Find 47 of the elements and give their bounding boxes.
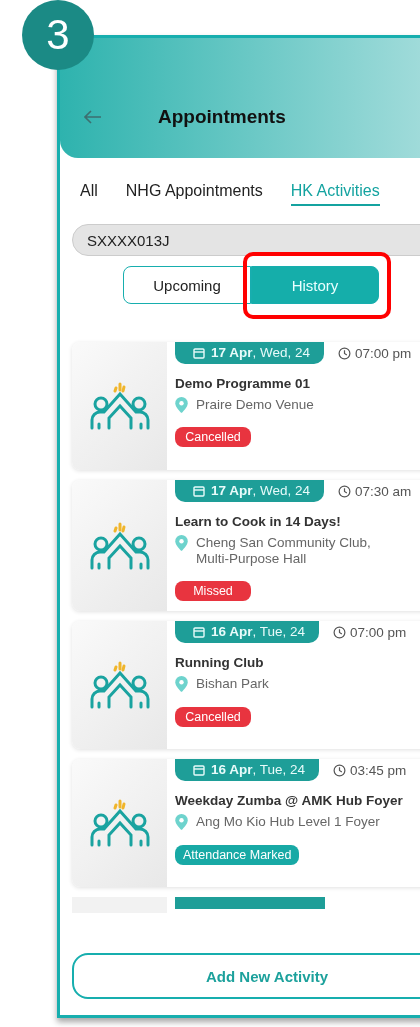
activity-card[interactable]: 16 Apr, Tue, 24 03:45 pm Weekday Zumba @ AMK Hub Foyer Ang Mo Kio Hub Level 1 Foyer Attendance Marked bbox=[72, 759, 420, 888]
calendar-icon bbox=[193, 484, 205, 497]
activity-title: Weekday Zumba @ AMK Hub Foyer bbox=[175, 793, 404, 809]
time-text: 07:00 pm bbox=[350, 624, 407, 640]
status-badge: Attendance Marked bbox=[175, 844, 300, 865]
activity-card[interactable]: 17 Apr, Wed, 24 07:00 pm Demo Programme 01 Praire Demo Venue Cancelled bbox=[72, 342, 420, 470]
venue-text: Bishan Park bbox=[196, 676, 270, 693]
activity-card[interactable]: 17 Apr, Wed, 24 07:30 am Learn to Cook in 14 Days! Cheng San Community Club, Multi-Purpose Hall Missed bbox=[72, 480, 420, 612]
location-pin-icon bbox=[175, 814, 188, 831]
calendar-icon bbox=[193, 346, 205, 359]
activity-title: Running Club bbox=[175, 655, 265, 671]
tab[interactable]: All bbox=[80, 182, 98, 206]
people-cheering-icon bbox=[88, 799, 151, 848]
date-text: 16 Apr, Tue, 24 bbox=[211, 624, 306, 640]
back-arrow-icon[interactable] bbox=[84, 110, 102, 124]
time-text: 07:30 am bbox=[355, 483, 412, 499]
id-field[interactable]: SXXXX013J bbox=[72, 224, 420, 256]
date-text: 17 Apr, Wed, 24 bbox=[211, 483, 311, 498]
status-badge: Cancelled bbox=[175, 706, 251, 727]
venue-text: Praire Demo Venue bbox=[196, 397, 315, 414]
calendar-icon bbox=[193, 625, 205, 638]
calendar-icon bbox=[193, 763, 205, 776]
location-pin-icon bbox=[175, 535, 188, 551]
tab[interactable]: NHG Appointments bbox=[125, 182, 263, 206]
location-pin-icon bbox=[175, 676, 188, 693]
date-text: 16 Apr, Tue, 24 bbox=[211, 762, 306, 778]
time-text: 03:45 pm bbox=[350, 762, 407, 778]
page-title: Appointments bbox=[158, 106, 286, 128]
clock-icon bbox=[338, 346, 352, 360]
people-cheering-icon bbox=[88, 661, 151, 710]
activity-title: Learn to Cook in 14 Days! bbox=[175, 514, 342, 529]
segment-button[interactable]: Upcoming bbox=[123, 266, 251, 304]
activity-title: Demo Programme 01 bbox=[175, 376, 312, 391]
activity-card[interactable]: 16 Apr, Tue, 24 07:00 pm Running Club Bishan Park Cancelled bbox=[72, 621, 420, 750]
people-cheering-icon bbox=[88, 521, 151, 570]
clock-icon bbox=[333, 763, 347, 777]
status-badge: Cancelled bbox=[175, 427, 251, 448]
location-pin-icon bbox=[175, 397, 188, 413]
step-number-badge: 3 bbox=[22, 0, 94, 70]
date-text: 17 Apr, Wed, 24 bbox=[211, 345, 311, 360]
status-badge: Missed bbox=[175, 581, 251, 602]
people-cheering-icon bbox=[88, 382, 151, 430]
venue-text: Cheng San Community Club, Multi-Purpose Hall bbox=[196, 535, 372, 568]
clock-icon bbox=[333, 625, 347, 639]
venue-text: Ang Mo Kio Hub Level 1 Foyer bbox=[196, 814, 381, 831]
clock-icon bbox=[338, 484, 352, 498]
time-text: 07:00 pm bbox=[355, 345, 412, 361]
